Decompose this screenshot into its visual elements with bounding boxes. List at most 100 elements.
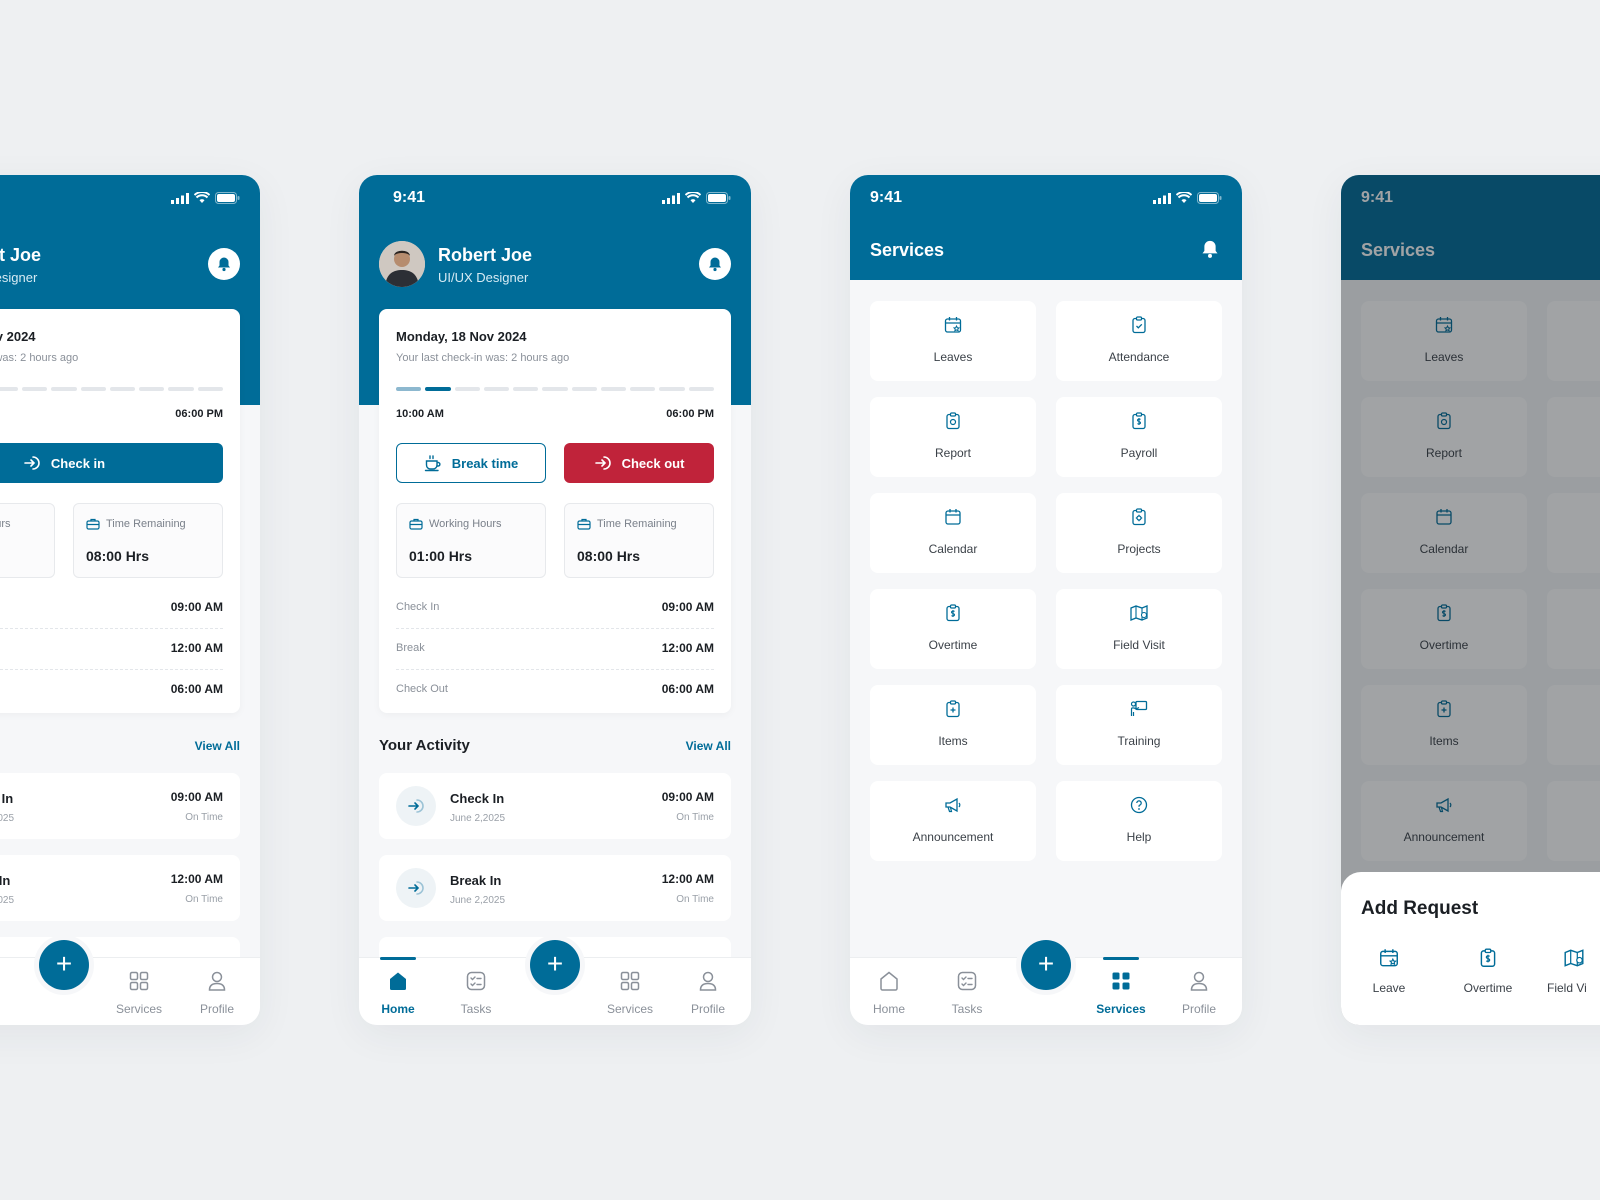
status-icons bbox=[1153, 192, 1222, 204]
clipboard-check-icon bbox=[1132, 316, 1146, 334]
check-in-label: Check in bbox=[50, 455, 106, 471]
nav-services[interactable]: Services bbox=[595, 958, 665, 1025]
notification-button[interactable] bbox=[208, 248, 240, 280]
time-remaining-stat: Time Remaining 08:00 Hrs bbox=[564, 503, 714, 578]
service-tile-leaves[interactable]: Leaves bbox=[870, 301, 1036, 381]
add-fab-button[interactable]: + bbox=[530, 940, 580, 990]
signal-icon bbox=[1153, 192, 1171, 204]
break-time-label: Break time bbox=[451, 455, 519, 471]
activity-title-text: Break In bbox=[0, 873, 11, 888]
status-time: 9:41 bbox=[870, 189, 903, 206]
service-tile-payroll[interactable]: Payroll bbox=[1056, 397, 1222, 477]
notification-button[interactable] bbox=[699, 248, 731, 280]
activity-item[interactable]: Check In June 2,2025 09:00 AM On Time bbox=[0, 773, 240, 839]
service-tile-report[interactable]: Report bbox=[870, 397, 1036, 477]
time-remaining-label: Time Remaining bbox=[577, 518, 677, 530]
briefcase-icon bbox=[577, 518, 591, 530]
user-name: Robert Joe bbox=[0, 245, 42, 265]
nav-services[interactable]: Services bbox=[1086, 957, 1156, 1025]
activity-title-text: Check In bbox=[0, 791, 14, 806]
service-tile-overtime[interactable]: Overtime bbox=[870, 589, 1036, 669]
logout-arrow-icon bbox=[594, 456, 611, 470]
status-icons bbox=[171, 192, 240, 204]
activity-item[interactable]: Check In June 2,2025 09:00 AM On Time bbox=[379, 773, 731, 839]
service-tile-calendar[interactable]: Calendar bbox=[870, 493, 1036, 573]
activity-time: 09:00 AM bbox=[661, 790, 714, 804]
day-title: Monday, 18 Nov 2024 bbox=[396, 329, 527, 344]
status-icons bbox=[662, 192, 731, 204]
view-all-link[interactable]: View All bbox=[195, 739, 240, 753]
last-checkin-text: Your last check-in was: 2 hours ago bbox=[0, 352, 79, 364]
login-arrow-icon bbox=[408, 881, 424, 895]
activity-status: On Time bbox=[185, 894, 223, 905]
activity-item[interactable]: Break In June 2,2025 12:00 AM On Time bbox=[0, 855, 240, 921]
check-in-button[interactable]: Check in bbox=[0, 443, 223, 483]
help-circle-icon bbox=[1130, 796, 1148, 814]
working-hours-label: Working Hours bbox=[0, 518, 11, 530]
showcase-stage: 9:41 Robert Joe UI/UX Designer Monday, 1… bbox=[0, 0, 1600, 1200]
nav-profile[interactable]: Profile bbox=[673, 958, 743, 1025]
avatar[interactable] bbox=[379, 241, 425, 287]
battery-icon bbox=[1197, 192, 1222, 204]
bell-icon bbox=[218, 257, 230, 272]
time-remaining-label: Time Remaining bbox=[86, 518, 186, 530]
clipboard-gear-icon bbox=[1132, 508, 1146, 526]
service-tile-training[interactable]: Training bbox=[1056, 685, 1222, 765]
add-request-title: Add Request bbox=[1361, 898, 1479, 919]
nav-profile[interactable]: Profile bbox=[182, 958, 252, 1025]
service-tile-field-visit[interactable]: Field Visit bbox=[1056, 589, 1222, 669]
nav-home[interactable]: Home bbox=[363, 957, 433, 1025]
shift-end: 06:00 PM bbox=[175, 408, 223, 420]
bell-icon bbox=[1202, 240, 1218, 258]
request-field-visit[interactable]: Field Vi bbox=[1537, 947, 1600, 995]
user-name: Robert Joe bbox=[438, 245, 533, 265]
phone-services-screen: 9:41 Services Leaves Attendance Report P… bbox=[850, 175, 1242, 1025]
phone-checkin-screen: 9:41 Robert Joe UI/UX Designer Monday, 1… bbox=[0, 175, 260, 1025]
nav-tasks[interactable]: Tasks bbox=[932, 958, 1002, 1025]
activity-icon bbox=[396, 868, 436, 908]
request-overtime[interactable]: Overtime bbox=[1438, 947, 1538, 995]
notification-button[interactable] bbox=[1200, 239, 1220, 264]
bell-icon bbox=[709, 257, 721, 272]
request-leave[interactable]: Leave bbox=[1341, 947, 1439, 995]
activity-status: On Time bbox=[185, 812, 223, 823]
profile-icon bbox=[1190, 971, 1208, 991]
wifi-icon bbox=[194, 192, 210, 203]
tasks-icon bbox=[957, 971, 977, 991]
battery-icon bbox=[706, 192, 731, 204]
working-hours-stat: Working Hours 01:00 Hrs bbox=[0, 503, 55, 578]
activity-title: Your Activity bbox=[379, 737, 470, 754]
nav-home[interactable]: Home bbox=[854, 958, 924, 1025]
nav-services[interactable]: Services bbox=[104, 958, 174, 1025]
phone-add-request-screen: 9:41 Services Leaves Report Calendar Ove… bbox=[1341, 175, 1600, 1025]
working-hours-label: Working Hours bbox=[409, 518, 502, 530]
battery-icon bbox=[215, 192, 240, 204]
shift-progress bbox=[0, 387, 223, 391]
user-photo-icon bbox=[379, 241, 425, 287]
activity-status: On Time bbox=[676, 894, 714, 905]
coffee-cup-icon bbox=[424, 455, 441, 472]
service-tile-announcement[interactable]: Announcement bbox=[870, 781, 1036, 861]
shift-progress bbox=[396, 387, 714, 391]
break-time-button[interactable]: Break time bbox=[396, 443, 546, 483]
shift-end: 06:00 PM bbox=[666, 408, 714, 420]
shift-start: 10:00 AM bbox=[396, 408, 444, 420]
check-out-button[interactable]: Check out bbox=[564, 443, 714, 483]
nav-profile[interactable]: Profile bbox=[1164, 958, 1234, 1025]
view-all-link[interactable]: View All bbox=[686, 739, 731, 753]
user-role: UI/UX Designer bbox=[438, 270, 529, 285]
last-checkin-text: Your last check-in was: 2 hours ago bbox=[396, 352, 570, 364]
time-remaining-value: 08:00 Hrs bbox=[577, 548, 641, 564]
add-fab-button[interactable]: + bbox=[39, 940, 89, 990]
checkout-row: Check Out06:00 AM bbox=[396, 682, 714, 696]
nav-tasks[interactable]: Tasks bbox=[0, 958, 20, 1025]
add-fab-button[interactable]: + bbox=[1021, 940, 1071, 990]
activity-item[interactable]: Break In June 2,2025 12:00 AM On Time bbox=[379, 855, 731, 921]
service-tile-projects[interactable]: Projects bbox=[1056, 493, 1222, 573]
calendar-star-icon bbox=[1380, 949, 1398, 967]
service-tile-help[interactable]: Help bbox=[1056, 781, 1222, 861]
profile-row: Robert Joe UI/UX Designer bbox=[379, 241, 731, 289]
service-tile-attendance[interactable]: Attendance bbox=[1056, 301, 1222, 381]
service-tile-items[interactable]: Items bbox=[870, 685, 1036, 765]
nav-tasks[interactable]: Tasks bbox=[441, 958, 511, 1025]
